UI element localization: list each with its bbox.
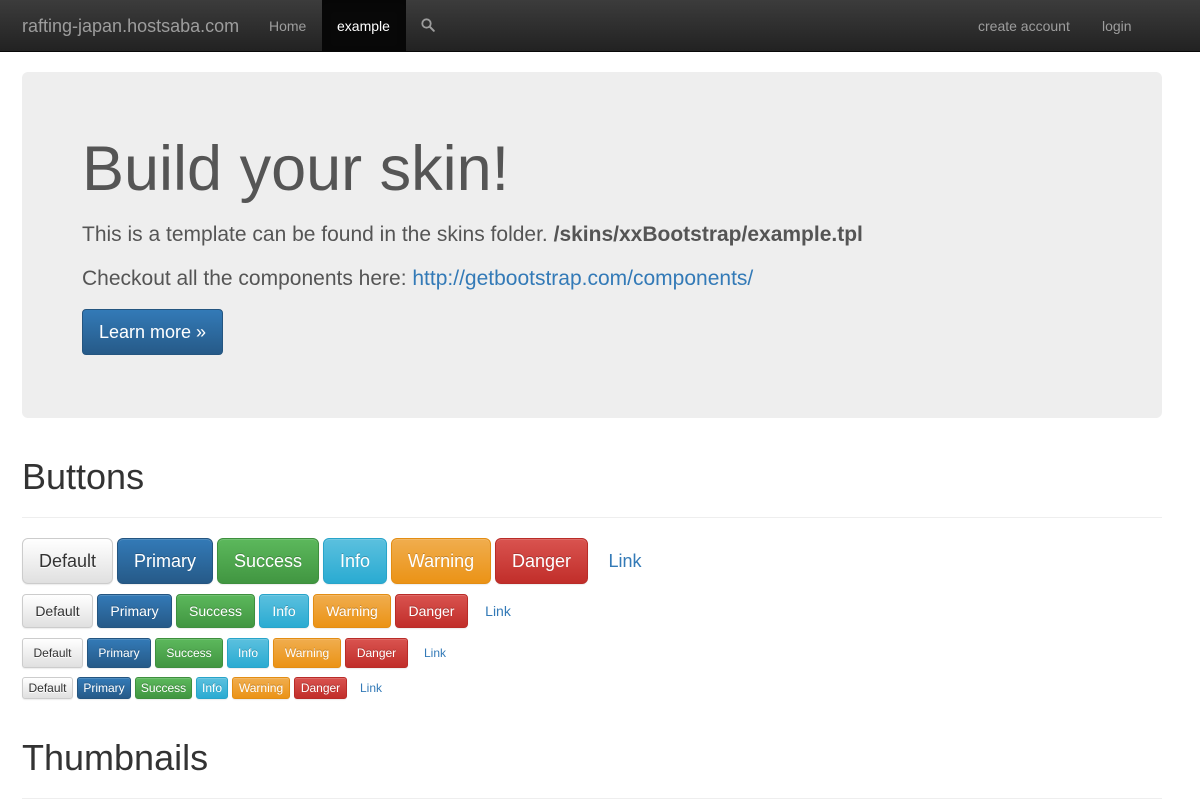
template-path: /skins/xxBootstrap/example.tpl <box>553 223 863 246</box>
info-button-medium[interactable]: Info <box>259 594 309 628</box>
danger-button-xs[interactable]: Danger <box>294 677 347 699</box>
button-row-medium: Default Primary Success Info Warning Dan… <box>22 594 528 628</box>
buttons-section-title: Buttons <box>22 456 145 497</box>
default-button-xs[interactable]: Default <box>22 677 73 699</box>
link-button-large[interactable]: Link <box>592 538 658 584</box>
nav-item-home[interactable]: Home <box>254 0 321 52</box>
warning-button-large[interactable]: Warning <box>391 538 491 584</box>
success-button-large[interactable]: Success <box>217 538 319 584</box>
search-button[interactable] <box>406 0 450 52</box>
search-icon <box>421 18 435 32</box>
link-button-medium[interactable]: Link <box>472 594 524 628</box>
primary-button-medium[interactable]: Primary <box>97 594 172 628</box>
default-button-medium[interactable]: Default <box>22 594 93 628</box>
nav-item-create-account[interactable]: create account <box>963 0 1085 52</box>
link-button-small[interactable]: Link <box>412 638 458 668</box>
danger-button-medium[interactable]: Danger <box>395 594 468 628</box>
thumbnails-section-divider <box>22 798 1162 799</box>
components-link[interactable]: http://getbootstrap.com/components/ <box>412 267 753 290</box>
success-button-medium[interactable]: Success <box>176 594 255 628</box>
primary-button-xs[interactable]: Primary <box>77 677 131 699</box>
jumbotron-text: This is a template can be found in the s… <box>82 223 863 247</box>
danger-button-large[interactable]: Danger <box>495 538 588 584</box>
nav-item-example[interactable]: example <box>322 0 406 52</box>
top-navbar: rafting-japan.hostsaba.com Home example … <box>0 0 1200 52</box>
button-row-large: Default Primary Success Info Warning Dan… <box>22 538 662 584</box>
thumbnails-section-title: Thumbnails <box>22 737 209 778</box>
learn-more-button[interactable]: Learn more » <box>82 309 223 355</box>
info-button-xs[interactable]: Info <box>196 677 228 699</box>
nav-item-login[interactable]: login <box>1087 0 1147 52</box>
components-text-intro: Checkout all the components here: <box>82 267 407 290</box>
warning-button-medium[interactable]: Warning <box>313 594 391 628</box>
success-button-small[interactable]: Success <box>155 638 223 668</box>
jumbotron: Build your skin! This is a template can … <box>22 72 1162 418</box>
success-button-xs[interactable]: Success <box>135 677 192 699</box>
info-button-large[interactable]: Info <box>323 538 387 584</box>
link-button-xs[interactable]: Link <box>351 677 391 699</box>
jumbotron-text-intro: This is a template can be found in the s… <box>82 223 548 246</box>
primary-button-large[interactable]: Primary <box>117 538 213 584</box>
info-button-small[interactable]: Info <box>227 638 269 668</box>
button-row-extra-small: Default Primary Success Info Warning Dan… <box>22 677 395 699</box>
jumbotron-components-text: Checkout all the components here: http:/… <box>82 267 753 291</box>
default-button-small[interactable]: Default <box>22 638 83 668</box>
warning-button-small[interactable]: Warning <box>273 638 341 668</box>
primary-button-small[interactable]: Primary <box>87 638 151 668</box>
warning-button-xs[interactable]: Warning <box>232 677 290 699</box>
button-row-small: Default Primary Success Info Warning Dan… <box>22 638 462 668</box>
buttons-section-divider <box>22 517 1162 518</box>
jumbotron-title: Build your skin! <box>82 134 510 204</box>
navbar-brand[interactable]: rafting-japan.hostsaba.com <box>22 0 239 52</box>
danger-button-small[interactable]: Danger <box>345 638 408 668</box>
default-button-large[interactable]: Default <box>22 538 113 584</box>
